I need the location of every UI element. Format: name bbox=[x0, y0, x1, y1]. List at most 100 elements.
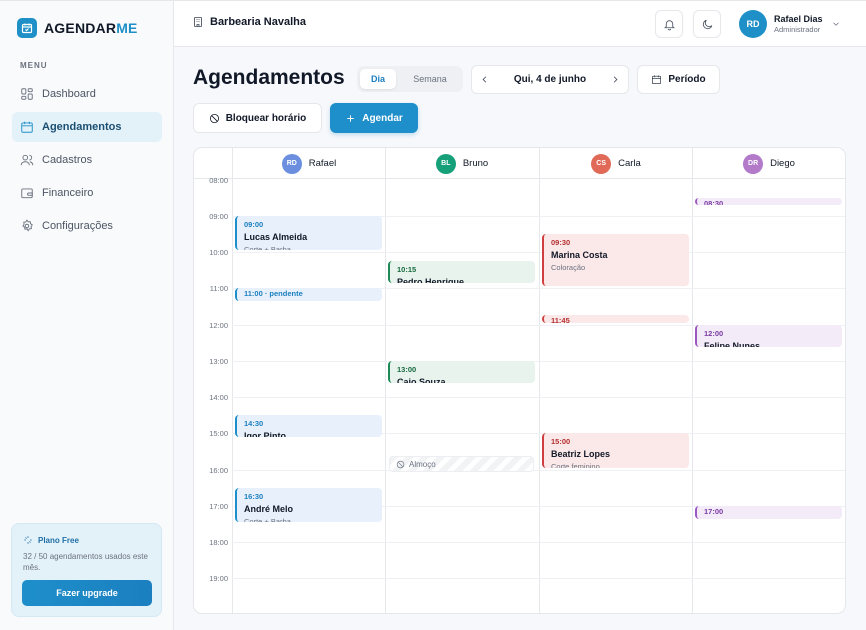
view-day-button[interactable]: Dia bbox=[360, 69, 396, 89]
professional-name: Diego bbox=[770, 158, 795, 169]
hour-label: 09:00 bbox=[209, 211, 228, 221]
user-role: Administrador bbox=[774, 25, 821, 34]
chevron-down-icon bbox=[832, 22, 839, 26]
theme-toggle-button[interactable] bbox=[693, 10, 721, 38]
page-title: Agendamentos bbox=[193, 66, 345, 89]
view-week-button[interactable]: Semana bbox=[400, 69, 460, 89]
professional-name: Carla bbox=[618, 158, 641, 169]
sidebar-item-cadastros[interactable]: Cadastros bbox=[12, 145, 162, 175]
hour-label: 16:00 bbox=[209, 465, 228, 475]
calendar-icon bbox=[21, 121, 33, 133]
appointment-time: 09:30 bbox=[551, 237, 571, 247]
block-time-button[interactable]: Bloquear horário bbox=[193, 103, 322, 133]
appointment-card[interactable]: 12:00 Felipe Nunes bbox=[695, 324, 842, 347]
user-menu[interactable]: RD Rafael Dias Administrador bbox=[739, 10, 841, 38]
app-shell: AGENDARME MENU Dashboard Agendamentos Ca… bbox=[0, 0, 866, 630]
block-icon bbox=[209, 113, 219, 123]
appointment-service: Corte + Barba bbox=[244, 516, 291, 522]
appointment-card[interactable]: 17:00 bbox=[695, 505, 842, 519]
moon-icon bbox=[702, 19, 712, 29]
logo[interactable]: AGENDARME bbox=[17, 18, 138, 38]
hour-line bbox=[232, 360, 845, 362]
appointment-time: 08:30 bbox=[704, 198, 724, 205]
appointment-client: Lucas Almeida bbox=[244, 231, 308, 242]
plus-icon bbox=[347, 114, 354, 122]
sidebar-item-configuracoes[interactable]: Configurações bbox=[12, 211, 162, 241]
appointment-time: 10:15 bbox=[397, 265, 417, 275]
avatar: RD bbox=[281, 153, 302, 174]
hour-line bbox=[232, 252, 845, 253]
column-header-carla[interactable]: CS Carla bbox=[539, 148, 692, 179]
sidebar-item-label: Financeiro bbox=[42, 187, 94, 199]
column-header-rafael[interactable]: RD Rafael bbox=[232, 148, 385, 179]
appointment-time: 09:00 bbox=[244, 219, 264, 229]
avatar: DR bbox=[743, 153, 764, 174]
appointment-service: Coloração bbox=[551, 262, 586, 272]
avatar: RD bbox=[739, 10, 767, 38]
professional-name: Rafael bbox=[308, 158, 337, 169]
appointment-time: 13:00 bbox=[397, 364, 417, 374]
appointment-card[interactable]: 14:30 Igor Pinto bbox=[235, 415, 382, 438]
calendar-header: RD Rafael BL Bruno CS Carla DR Diego bbox=[194, 148, 845, 179]
sidebar-item-label: Dashboard bbox=[42, 88, 96, 100]
sidebar-item-financeiro[interactable]: Financeiro bbox=[12, 178, 162, 208]
appointment-time: 12:00 bbox=[704, 328, 724, 338]
professional-name: Bruno bbox=[462, 158, 489, 169]
appointment-time: 15:00 bbox=[551, 437, 571, 447]
appointment-client: André Melo bbox=[244, 503, 294, 514]
hour-label: 11:00 bbox=[209, 284, 228, 294]
calendar-icon bbox=[652, 75, 662, 84]
appointment-card[interactable]: 16:30 André Melo Corte + Barba bbox=[235, 487, 382, 522]
appointment-card[interactable]: 13:00 Caio Souza bbox=[388, 360, 535, 383]
hour-label: 18:00 bbox=[209, 538, 228, 547]
building-icon bbox=[194, 17, 202, 27]
main-area: Barbearia Navalha RD Rafael Dias Adminis… bbox=[174, 1, 866, 630]
appointment-time: 11:00 · pendente bbox=[244, 289, 303, 299]
hour-line bbox=[232, 469, 845, 471]
lunch-break-block: Almoço bbox=[389, 456, 534, 473]
date-navigator: Qui, 4 de junho bbox=[471, 65, 629, 94]
hour-label: 14:00 bbox=[209, 393, 228, 402]
plan-usage-text: 32 / 50 agendamentos usados este mês. bbox=[23, 552, 148, 572]
day-calendar: RD Rafael BL Bruno CS Carla DR Diego 08:00 09:00… bbox=[193, 147, 846, 614]
appointment-service: Corte + Barba bbox=[244, 244, 291, 250]
period-button[interactable]: Período bbox=[637, 65, 720, 94]
chevron-left-icon[interactable] bbox=[479, 74, 490, 85]
notifications-button[interactable] bbox=[655, 10, 683, 38]
sidebar-item-label: Agendamentos bbox=[42, 121, 122, 133]
view-toggle: Dia Semana bbox=[357, 66, 463, 92]
appointment-client: Caio Souza bbox=[397, 376, 446, 383]
column-header-diego[interactable]: DR Diego bbox=[692, 148, 845, 179]
bell-icon bbox=[663, 19, 675, 30]
appointment-client: Igor Pinto bbox=[244, 431, 286, 438]
sparkle-icon bbox=[24, 536, 32, 544]
appointment-client: Beatriz Lopes bbox=[551, 449, 611, 460]
appointment-card[interactable]: 15:00 Beatriz Lopes Corte feminino bbox=[542, 433, 689, 468]
column-header-bruno[interactable]: BL Bruno bbox=[385, 148, 538, 179]
sidebar-item-dashboard[interactable]: Dashboard bbox=[12, 79, 162, 109]
appointment-card[interactable]: 10:15 Pedro Henrique bbox=[388, 261, 535, 284]
appointment-client: Felipe Nunes bbox=[704, 340, 761, 347]
hour-line bbox=[232, 578, 845, 580]
avatar: CS bbox=[591, 153, 612, 174]
user-info: Rafael Dias Administrador bbox=[774, 14, 823, 34]
hour-line bbox=[232, 542, 845, 543]
plan-title: Plano Free bbox=[23, 535, 79, 545]
hour-label: 12:00 bbox=[209, 320, 228, 330]
appointment-card[interactable]: 11:00 · pendente bbox=[235, 288, 382, 302]
sidebar-item-agendamentos[interactable]: Agendamentos bbox=[12, 112, 162, 142]
hour-label: 10:00 bbox=[209, 248, 228, 257]
grid-icon bbox=[21, 88, 33, 100]
appointment-card[interactable]: 08:30 bbox=[695, 197, 842, 205]
new-appointment-button[interactable]: Agendar bbox=[330, 103, 418, 133]
appointment-card[interactable]: 11:45 bbox=[542, 315, 689, 323]
shop-name: Barbearia Navalha bbox=[192, 16, 306, 28]
hour-line bbox=[232, 397, 845, 398]
appointment-time: 11:45 bbox=[551, 316, 570, 323]
upgrade-button[interactable]: Fazer upgrade bbox=[22, 580, 152, 606]
topbar: Barbearia Navalha RD Rafael Dias Adminis… bbox=[174, 1, 866, 47]
chevron-right-icon[interactable] bbox=[610, 74, 621, 85]
appointment-card[interactable]: 09:30 Marina Costa Coloração bbox=[542, 233, 689, 287]
hour-label: 17:00 bbox=[209, 501, 228, 511]
appointment-card[interactable]: 09:00 Lucas Almeida Corte + Barba bbox=[235, 215, 382, 250]
